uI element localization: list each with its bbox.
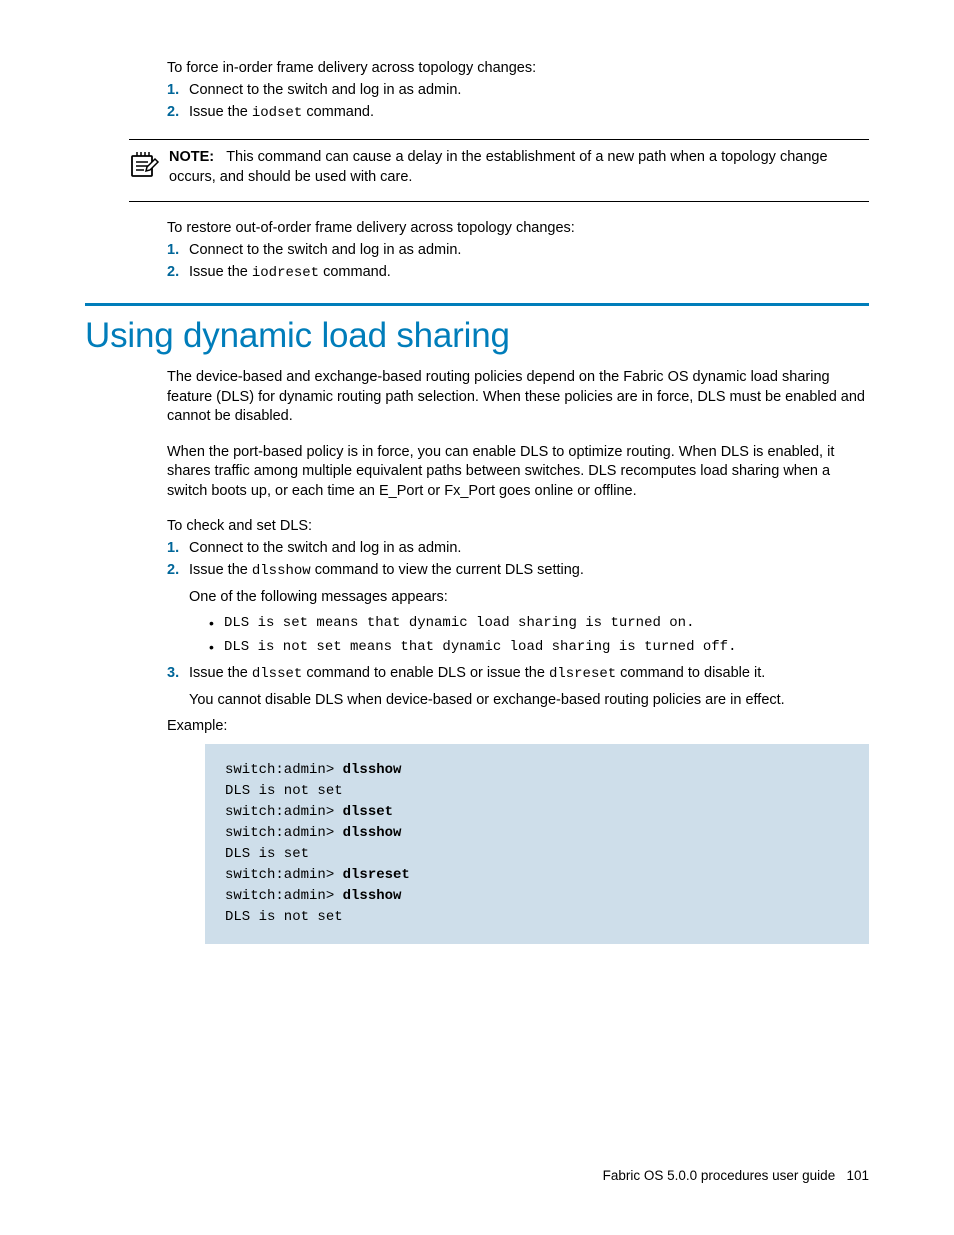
- code-cmd: dlsshow: [343, 888, 402, 904]
- item-number: 3.: [167, 665, 179, 681]
- item-text-prefix: Issue the: [189, 104, 252, 120]
- dls-list: 1. Connect to the switch and log in as a…: [167, 540, 869, 708]
- note-block: NOTE: This command can cause a delay in …: [85, 139, 869, 202]
- code-output: DLS is not set: [225, 781, 849, 802]
- list-item: 1. Connect to the switch and log in as a…: [167, 540, 869, 556]
- item-text-suffix: command to disable it.: [616, 665, 765, 681]
- item-text-suffix: command.: [319, 264, 391, 280]
- section2-intro: To restore out-of-order frame delivery a…: [167, 220, 869, 236]
- sublist-item: DLS is set means that dynamic load shari…: [209, 615, 869, 631]
- dls-para1: The device-based and exchange-based rout…: [167, 368, 869, 427]
- code-prompt: switch:admin>: [225, 825, 343, 841]
- item-text: Connect to the switch and log in as admi…: [189, 540, 461, 556]
- command-text: iodreset: [252, 265, 319, 281]
- note-label: NOTE:: [169, 149, 214, 165]
- note-icon: [129, 150, 161, 178]
- code-cmd: dlsshow: [343, 825, 402, 841]
- code-cmd: dlsreset: [343, 867, 410, 883]
- code-prompt: switch:admin>: [225, 762, 343, 778]
- dls-intro: To check and set DLS:: [167, 518, 869, 534]
- code-prompt: switch:admin>: [225, 888, 343, 904]
- item-number: 1.: [167, 82, 179, 98]
- item-text-prefix: Issue the: [189, 665, 252, 681]
- item-text-suffix: command to view the current DLS setting.: [311, 562, 584, 578]
- item-number: 1.: [167, 540, 179, 556]
- sublist: DLS is set means that dynamic load shari…: [209, 615, 869, 655]
- item-text-prefix: Issue the: [189, 264, 252, 280]
- heading-divider: [85, 303, 869, 306]
- list-item: 2. Issue the iodreset command.: [167, 264, 869, 281]
- list-item: 3. Issue the dlsset command to enable DL…: [167, 665, 869, 708]
- item-number: 1.: [167, 242, 179, 258]
- command-text: dlsshow: [252, 563, 311, 579]
- item-number: 2.: [167, 264, 179, 280]
- item-number: 2.: [167, 104, 179, 120]
- code-cmd: dlsset: [343, 804, 393, 820]
- dls-para2: When the port-based policy is in force, …: [167, 443, 869, 502]
- item-text: Connect to the switch and log in as admi…: [189, 82, 461, 98]
- example-label: Example:: [167, 718, 869, 734]
- item-text: Connect to the switch and log in as admi…: [189, 242, 461, 258]
- code-prompt: switch:admin>: [225, 867, 343, 883]
- code-cmd: dlsshow: [343, 762, 402, 778]
- code-prompt: switch:admin>: [225, 804, 343, 820]
- page-footer: Fabric OS 5.0.0 procedures user guide 10…: [603, 1168, 869, 1183]
- list-item: 2. Issue the dlsshow command to view the…: [167, 562, 869, 655]
- list-item: 2. Issue the iodset command.: [167, 104, 869, 121]
- page-number: 101: [846, 1168, 869, 1183]
- section1-list: 1. Connect to the switch and log in as a…: [167, 82, 869, 121]
- code-output: DLS is not set: [225, 907, 849, 928]
- section1-intro: To force in-order frame delivery across …: [167, 60, 869, 76]
- section2-list: 1. Connect to the switch and log in as a…: [167, 242, 869, 281]
- item-text-suffix: command.: [302, 104, 374, 120]
- item-text-prefix: Issue the: [189, 562, 252, 578]
- list-item: 1. Connect to the switch and log in as a…: [167, 82, 869, 98]
- command-text: dlsreset: [549, 666, 616, 682]
- item3-after: You cannot disable DLS when device-based…: [189, 692, 869, 708]
- item-text-mid: command to enable DLS or issue the: [302, 665, 549, 681]
- sublist-item: DLS is not set means that dynamic load s…: [209, 639, 869, 655]
- code-block: switch:admin> dlsshow DLS is not set swi…: [205, 744, 869, 944]
- code-output: DLS is set: [225, 844, 849, 865]
- item-number: 2.: [167, 562, 179, 578]
- divider: [129, 201, 869, 202]
- command-text: iodset: [252, 105, 302, 121]
- divider: [129, 139, 869, 140]
- footer-title: Fabric OS 5.0.0 procedures user guide: [603, 1168, 836, 1183]
- item2-after: One of the following messages appears:: [189, 589, 869, 605]
- section-heading: Using dynamic load sharing: [85, 316, 869, 356]
- command-text: dlsset: [252, 666, 302, 682]
- note-text: This command can cause a delay in the es…: [169, 149, 828, 185]
- list-item: 1. Connect to the switch and log in as a…: [167, 242, 869, 258]
